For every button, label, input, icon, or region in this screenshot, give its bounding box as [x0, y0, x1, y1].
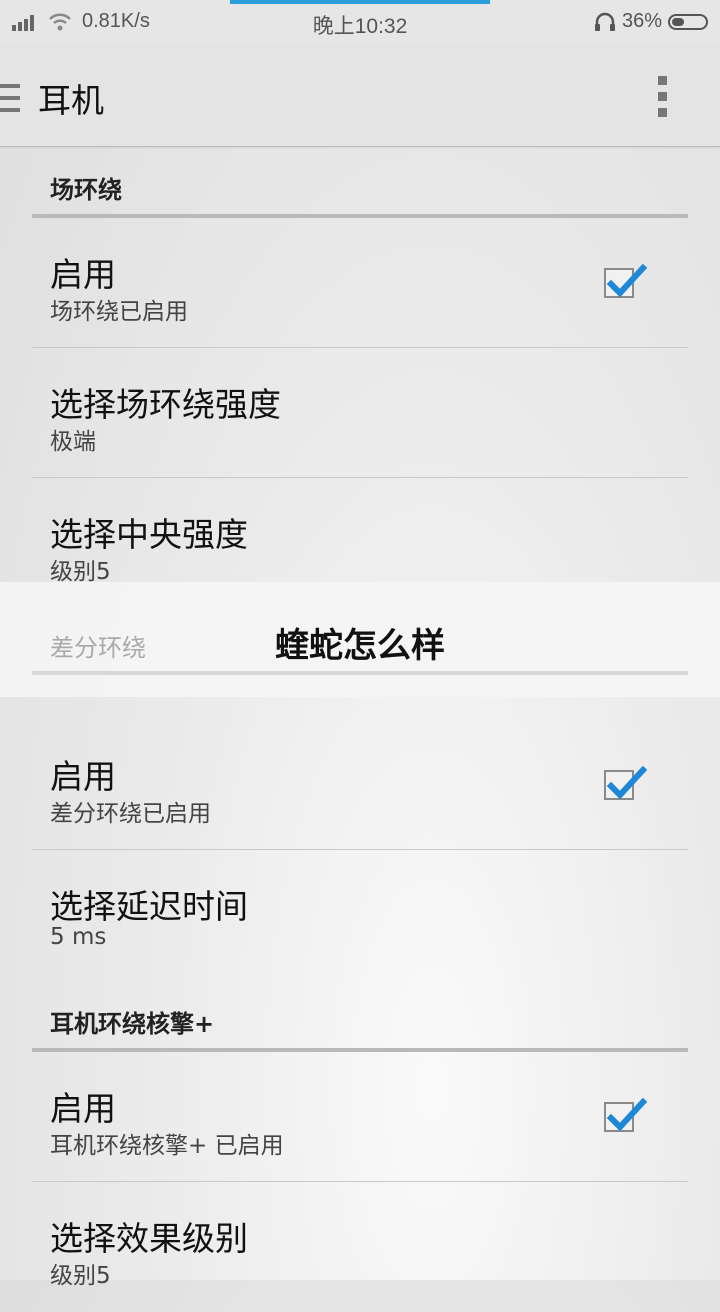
- section-header-headphone-engine: 耳机环绕核擎+: [0, 980, 720, 1052]
- effect-level-row[interactable]: 选择效果级别 级别5: [0, 1182, 720, 1312]
- headphone-engine-enable-row[interactable]: 启用 耳机环绕核擎+ 已启用: [0, 1052, 720, 1182]
- checkmark-icon: [606, 1097, 648, 1132]
- page-title: 耳机: [38, 81, 104, 120]
- row-title: 选择场环绕强度: [50, 385, 281, 424]
- row-summary: 场环绕已启用: [50, 299, 188, 325]
- row-summary: 极端: [50, 429, 96, 455]
- status-right: 36%: [594, 10, 708, 33]
- battery-icon: [668, 13, 708, 30]
- overlay-banner: 差分环绕 蝰蛇怎么样: [0, 582, 720, 697]
- field-surround-strength-row[interactable]: 选择场环绕强度 极端: [0, 348, 720, 478]
- row-title: 启用: [50, 757, 116, 796]
- section-divider: [32, 671, 688, 675]
- diff-surround-enable-row[interactable]: 启用 差分环绕已启用: [0, 720, 720, 850]
- headphone-icon: [594, 12, 615, 31]
- headphone-engine-enable-checkbox[interactable]: [604, 1097, 648, 1132]
- settings-list: 场环绕 启用 场环绕已启用 选择场环绕强度 极端 选择中央强度 级别5 启用 差…: [0, 146, 720, 1312]
- row-summary: 级别5: [50, 559, 111, 585]
- checkmark-icon: [606, 765, 648, 800]
- field-surround-enable-row[interactable]: 启用 场环绕已启用: [0, 218, 720, 348]
- row-summary: 差分环绕已启用: [50, 801, 211, 827]
- field-surround-enable-checkbox[interactable]: [604, 263, 648, 298]
- status-accent-line: [230, 0, 490, 4]
- overflow-menu-icon[interactable]: [658, 76, 668, 120]
- battery-percent: 36%: [621, 10, 662, 32]
- status-bar: 0.81K/s 晚上10:32 36%: [0, 0, 720, 46]
- menu-icon[interactable]: [0, 84, 20, 112]
- overlay-banner-text: 蝰蛇怎么样: [275, 626, 445, 666]
- row-summary: 级别5: [50, 1263, 111, 1289]
- row-summary: 5 ms: [50, 924, 107, 950]
- row-title: 启用: [50, 1089, 116, 1128]
- row-title: 启用: [50, 255, 116, 294]
- row-title: 选择效果级别: [50, 1219, 248, 1258]
- section-title: 场环绕: [50, 176, 122, 204]
- row-title: 选择中央强度: [50, 515, 248, 554]
- checkmark-icon: [606, 263, 648, 298]
- app-bar: 耳机: [0, 46, 720, 147]
- row-title: 选择延迟时间: [50, 887, 248, 926]
- section-title: 耳机环绕核擎+: [50, 1010, 215, 1038]
- row-summary: 耳机环绕核擎+ 已启用: [50, 1133, 284, 1159]
- delay-time-row[interactable]: 选择延迟时间 5 ms: [0, 850, 720, 980]
- diff-surround-enable-checkbox[interactable]: [604, 765, 648, 800]
- section-header-field-surround: 场环绕: [0, 146, 720, 218]
